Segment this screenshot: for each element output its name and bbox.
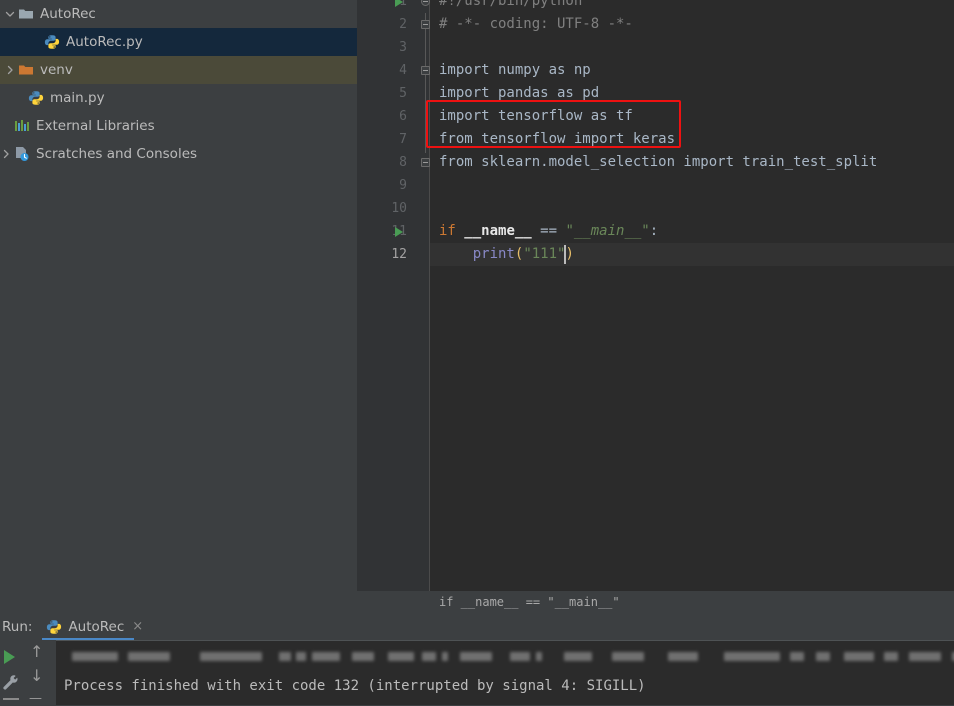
sidebar-item-label: AutoRec [40,6,96,22]
libraries-icon [14,118,30,134]
close-icon[interactable]: × [132,620,143,633]
line-number: 6 [399,109,407,124]
folder-icon [18,6,34,22]
sidebar-item-external-libraries[interactable]: External Libraries [0,112,357,140]
twisty-placeholder [0,120,12,132]
line-number: 4 [399,63,407,78]
code-line-text: import tensorflow as tf [439,108,633,124]
sidebar-item-autorec[interactable]: AutoRec [0,0,357,28]
code-line[interactable]: 7 from tensorflow import keras [357,128,954,151]
line-number: 8 [399,155,407,170]
code-line[interactable]: 3 [357,36,954,59]
folder-icon [18,62,34,78]
scratches-icon [14,146,30,162]
sidebar-item-label: External Libraries [36,118,155,134]
sidebar-item-label: AutoRec.py [66,34,143,50]
sidebar-item-scratches-and-consoles[interactable]: Scratches and Consoles [0,140,357,168]
code-line-text: if __name__ == "__main__": [439,223,659,239]
line-number: 3 [399,40,407,55]
scroll-up-icon[interactable]: ↑ [30,644,43,660]
sidebar-item-autorec-py[interactable]: AutoRec.py [0,28,357,56]
line-number: 5 [399,86,407,101]
breadcrumb-text: if __name__ == "__main__" [439,595,620,609]
run-gutter-icon[interactable] [395,227,403,237]
run-toolbar-left[interactable] [0,640,22,705]
code-text-area[interactable]: 1 #!/usr/bin/python 2 # -*- coding: UTF-8 -… [357,0,954,591]
python-file-icon [46,619,62,635]
console-blurred-output [64,648,954,666]
code-line-text: #!/usr/bin/python [439,0,583,9]
code-line[interactable]: 1 #!/usr/bin/python [357,0,954,13]
twisty-placeholder [30,36,42,48]
code-line[interactable]: 6 import tensorflow as tf [357,105,954,128]
wrench-icon[interactable] [2,674,19,695]
minimize-icon[interactable]: — [29,692,42,705]
code-line[interactable]: 4 import numpy as np [357,59,954,82]
divider [3,698,19,700]
sidebar-item-main-py[interactable]: main.py [0,84,357,112]
rerun-icon[interactable] [4,650,15,664]
line-number: 2 [399,17,407,32]
run-panel-label: Run: [2,618,33,635]
run-tab-bar: Run: AutoRec × [0,613,954,640]
run-tab-label: AutoRec [68,618,125,635]
console-output-text: Process finished with exit code 132 (int… [64,678,646,694]
text-caret [564,245,566,264]
sidebar-item-venv[interactable]: venv [0,56,357,84]
fold-collapse-icon[interactable] [421,158,430,167]
console-top-border [56,640,954,641]
fold-collapse-icon[interactable] [421,20,430,29]
ide-window: AutoRec AutoRec.py venv main.py External Lib… [0,0,954,705]
code-line[interactable]: 12 print("111") [357,243,954,266]
run-toolbar-scroll[interactable]: ↑ ↓ — [22,640,55,705]
scroll-down-icon[interactable]: ↓ [30,668,43,684]
run-console[interactable]: Process finished with exit code 132 (int… [56,640,954,705]
line-number: 10 [391,201,407,216]
code-line-text: from tensorflow import keras [439,131,676,147]
sidebar-item-label: venv [40,62,73,78]
python-file-icon [28,90,44,106]
code-line-text: from sklearn.model_selection import trai… [439,154,878,170]
code-line[interactable]: 9 [357,174,954,197]
project-tree-panel[interactable]: AutoRec AutoRec.py venv main.py External Lib… [0,0,357,608]
code-line[interactable]: 5 import pandas as pd [357,82,954,105]
code-line[interactable]: 8 from sklearn.model_selection import tra… [357,151,954,174]
python-file-icon [44,34,60,50]
chevron-right-icon[interactable] [0,148,12,160]
line-number: 7 [399,132,407,147]
run-gutter-icon[interactable] [395,0,403,7]
fold-collapse-icon[interactable] [421,0,430,6]
code-line-text: # -*- coding: UTF-8 -*- [439,16,633,32]
code-line[interactable]: 2 # -*- coding: UTF-8 -*- [357,13,954,36]
code-editor[interactable]: 1 #!/usr/bin/python 2 # -*- coding: UTF-8 -… [357,0,954,591]
run-tab-autorec[interactable]: AutoRec × [44,613,145,640]
run-tool-window: Run: AutoRec × ↑ ↓ — Process finished wi… [0,613,954,705]
breadcrumb[interactable]: if __name__ == "__main__" [357,591,954,613]
chevron-right-icon[interactable] [4,64,16,76]
code-line-text: import numpy as np [439,62,591,78]
chevron-down-icon[interactable] [4,8,16,20]
code-line-text: import pandas as pd [439,85,600,101]
line-number: 12 [391,247,407,262]
sidebar-item-label: main.py [50,90,105,106]
twisty-placeholder [14,92,26,104]
code-line[interactable]: 10 [357,197,954,220]
code-line[interactable]: 11 if __name__ == "__main__": [357,220,954,243]
code-line-text: print("111") [472,246,574,262]
sidebar-item-label: Scratches and Consoles [36,146,198,162]
fold-collapse-icon[interactable] [421,66,430,75]
line-number: 9 [399,178,407,193]
